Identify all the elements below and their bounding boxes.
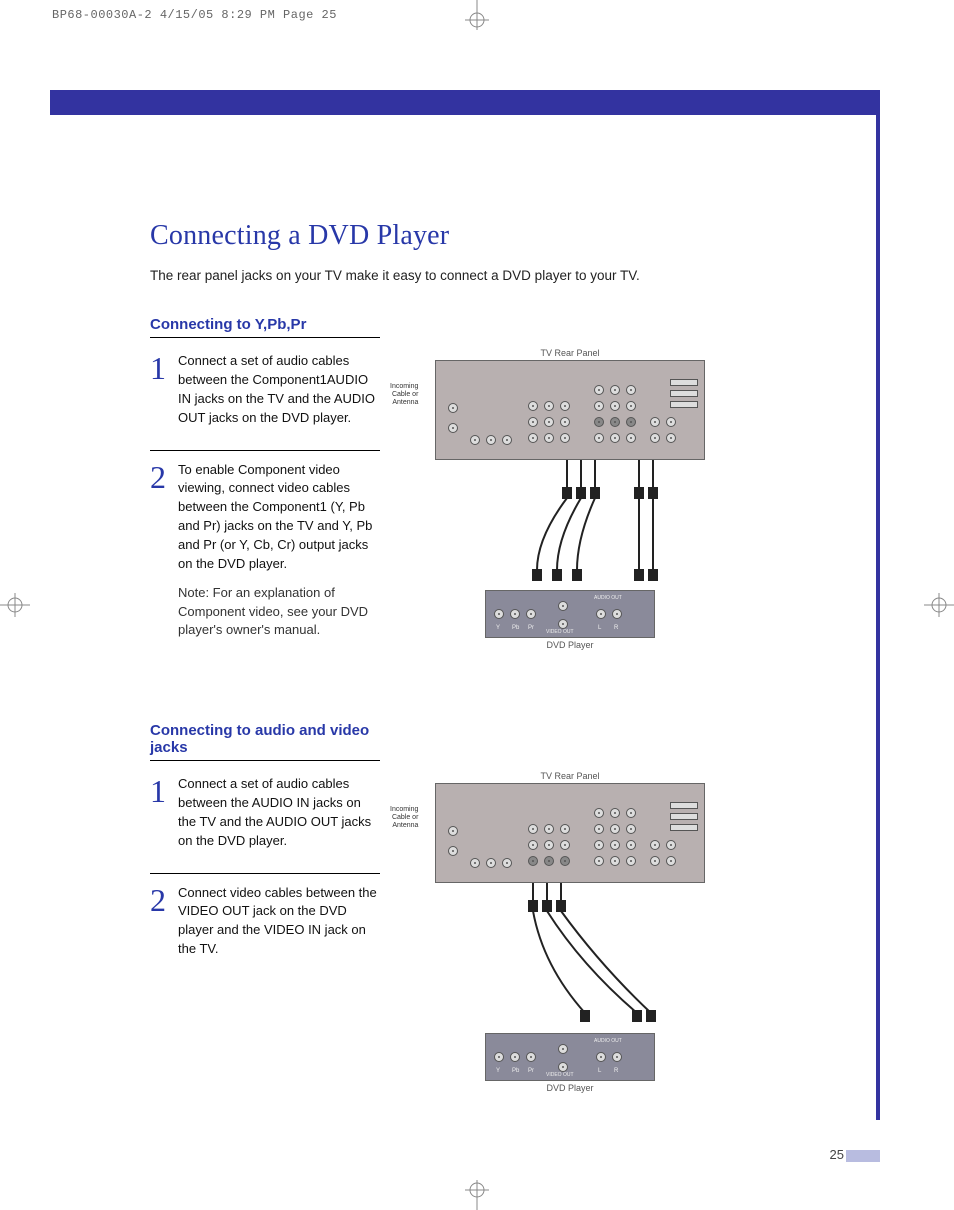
dvd-label: DVD Player bbox=[420, 638, 720, 652]
dvd-panel-graphic: Y Pb Pr VIDEO OUT AUDIO OUT L R bbox=[485, 590, 655, 638]
step-number: 1 bbox=[150, 352, 168, 427]
registration-mark-left bbox=[0, 585, 30, 625]
section-av-jacks: Connecting to audio and video jacks 1 Co… bbox=[150, 722, 890, 1095]
jack-label-r: R bbox=[614, 1068, 618, 1074]
dvd-label: DVD Player bbox=[420, 1081, 720, 1095]
steps-list: 1 Connect a set of audio cables between … bbox=[150, 346, 380, 662]
step-1: 1 Connect a set of audio cables between … bbox=[150, 769, 380, 872]
page-number-tab bbox=[846, 1150, 880, 1162]
jack-label-video: VIDEO OUT bbox=[546, 1072, 574, 1078]
jack-label-l: L bbox=[598, 1068, 601, 1074]
page-title: Connecting a DVD Player bbox=[150, 220, 890, 252]
section-heading: Connecting to Y,Pb,Pr bbox=[150, 316, 380, 338]
step-note: Note: For an explanation of Component vi… bbox=[178, 584, 380, 641]
tv-rear-panel-graphic: IncomingCable orAntenna bbox=[435, 360, 705, 460]
header-bar bbox=[50, 90, 880, 115]
connection-diagram-av: TV Rear Panel IncomingCable orAntenna bbox=[420, 769, 720, 1095]
jack-label-audio: AUDIO OUT bbox=[594, 1038, 622, 1044]
registration-mark-top bbox=[457, 0, 497, 30]
section-ypbpr: Connecting to Y,Pb,Pr 1 Connect a set of… bbox=[150, 316, 890, 662]
cable-graphic bbox=[435, 883, 705, 1033]
cable-graphic bbox=[435, 460, 705, 590]
step-2: 2 Connect video cables between the VIDEO… bbox=[150, 873, 380, 981]
registration-mark-bottom bbox=[457, 1180, 497, 1210]
step-text: Connect a set of audio cables between th… bbox=[178, 352, 380, 427]
tv-panel-label: TV Rear Panel bbox=[420, 769, 720, 783]
dvd-panel-graphic: Y Pb Pr VIDEO OUT AUDIO OUT L R bbox=[485, 1033, 655, 1081]
step-text: Connect video cables between the VIDEO O… bbox=[178, 884, 380, 959]
antenna-label: IncomingCable orAntenna bbox=[390, 806, 418, 829]
intro-text: The rear panel jacks on your TV make it … bbox=[150, 266, 890, 286]
step-text: To enable Component video viewing, conne… bbox=[178, 461, 380, 574]
tv-rear-panel-graphic: IncomingCable orAntenna bbox=[435, 783, 705, 883]
jack-label-pr: Pr bbox=[528, 625, 534, 631]
connection-diagram-component: TV Rear Panel IncomingCable orAntenna bbox=[420, 346, 720, 662]
registration-mark-right bbox=[924, 585, 954, 625]
step-1: 1 Connect a set of audio cables between … bbox=[150, 346, 380, 449]
jack-label-pb: Pb bbox=[512, 625, 519, 631]
print-job-header: BP68-00030A-2 4/15/05 8:29 PM Page 25 bbox=[52, 8, 337, 22]
page-number: 25 bbox=[830, 1147, 844, 1162]
step-2: 2 To enable Component video viewing, con… bbox=[150, 450, 380, 663]
step-text: Connect a set of audio cables between th… bbox=[178, 775, 380, 850]
jack-label-video: VIDEO OUT bbox=[546, 629, 574, 635]
step-number: 1 bbox=[150, 775, 168, 850]
jack-label-y: Y bbox=[496, 1068, 500, 1074]
step-number: 2 bbox=[150, 884, 168, 959]
jack-label-r: R bbox=[614, 625, 618, 631]
jack-label-l: L bbox=[598, 625, 601, 631]
step-number: 2 bbox=[150, 461, 168, 641]
steps-list: 1 Connect a set of audio cables between … bbox=[150, 769, 380, 1095]
tv-panel-label: TV Rear Panel bbox=[420, 346, 720, 360]
antenna-label: IncomingCable orAntenna bbox=[390, 383, 418, 406]
section-heading: Connecting to audio and video jacks bbox=[150, 722, 380, 761]
jack-label-audio: AUDIO OUT bbox=[594, 595, 622, 601]
page-content: Connecting a DVD Player The rear panel j… bbox=[150, 220, 890, 1155]
jack-label-pb: Pb bbox=[512, 1068, 519, 1074]
jack-label-pr: Pr bbox=[528, 1068, 534, 1074]
jack-label-y: Y bbox=[496, 625, 500, 631]
